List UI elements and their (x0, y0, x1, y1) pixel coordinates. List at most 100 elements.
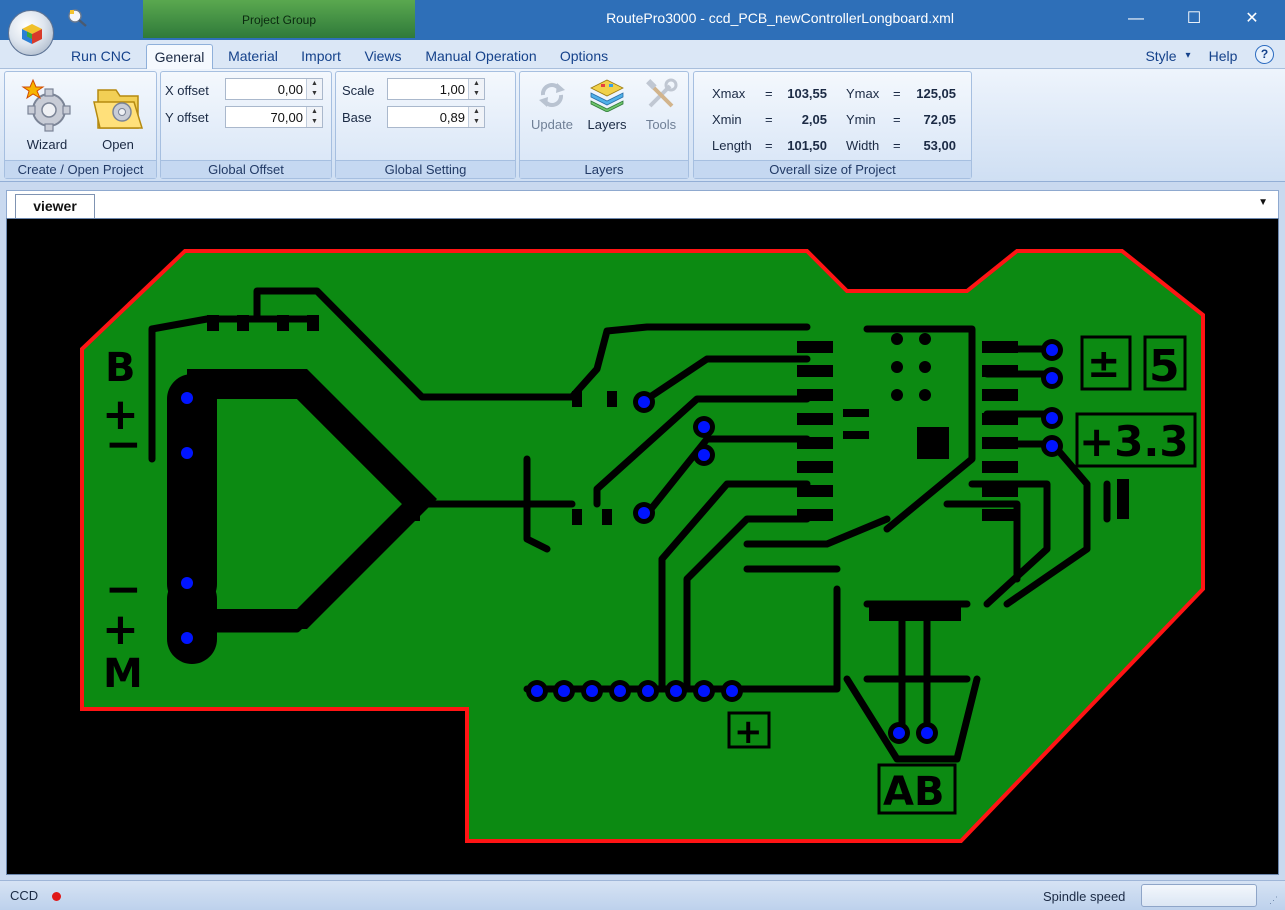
tab-viewer[interactable]: viewer (15, 194, 95, 219)
tools-label: Tools (645, 117, 677, 132)
xmin-value: 2,05 (801, 112, 827, 127)
y-offset-down-icon[interactable]: ▼ (307, 117, 322, 127)
via-icon (642, 685, 654, 697)
base-stepper[interactable]: ▲ ▼ (468, 107, 484, 127)
base-label: Base (342, 110, 372, 125)
label-ab: AB (883, 769, 944, 815)
app-cube-icon (22, 24, 42, 44)
scale-input[interactable] (388, 79, 468, 99)
project-group-label: Project Group (143, 0, 415, 38)
tools-button[interactable]: Tools (636, 78, 686, 132)
help-menu[interactable]: Help (1203, 44, 1243, 69)
base-down-icon[interactable]: ▼ (469, 117, 484, 127)
label-m: M (103, 651, 143, 697)
layers-label: Layers (587, 117, 627, 132)
scale-label: Scale (342, 83, 375, 98)
group-label-global-offset: Global Offset (161, 160, 331, 178)
width-equals: = (893, 138, 901, 153)
title-bar: Project Group RoutePro3000 - ccd_PCB_new… (0, 0, 1285, 40)
layers-button[interactable]: Layers (582, 78, 632, 132)
base-field[interactable]: ▲▼ (387, 106, 485, 128)
label-plus-bottom: + (734, 712, 763, 752)
ribbon: Wizard Open Create / Open Project X offs… (0, 69, 1285, 182)
ymax-value: 125,05 (916, 86, 956, 101)
group-create-open: Wizard Open Create / Open Project (4, 71, 157, 179)
wizard-label: Wizard (26, 137, 68, 152)
status-bar: CCD Spindle speed ⋰ (0, 880, 1285, 910)
width-value: 53,00 (923, 138, 956, 153)
label-3v3: +3.3 (1079, 417, 1189, 466)
y-offset-up-icon[interactable]: ▲ (307, 107, 322, 117)
wizard-gear-icon (21, 78, 71, 132)
open-button[interactable]: Open (85, 76, 151, 152)
help-icon[interactable]: ? (1255, 45, 1274, 64)
xmax-equals: = (765, 86, 773, 101)
window-title: RoutePro3000 - ccd_PCB_newControllerLong… (606, 10, 954, 26)
via-icon (181, 632, 193, 644)
update-button[interactable]: Update (526, 78, 578, 132)
via-icon (181, 447, 193, 459)
pcb-viewer-canvas[interactable]: B + − − + M ± 5 +3.3 + AB (6, 218, 1279, 875)
tab-views[interactable]: Views (358, 44, 408, 69)
via-icon (1046, 344, 1058, 356)
ymax-equals: = (893, 86, 901, 101)
x-offset-input[interactable] (226, 79, 306, 99)
base-up-icon[interactable]: ▲ (469, 107, 484, 117)
refresh-icon (539, 83, 565, 107)
maximize-button[interactable]: ☐ (1165, 0, 1223, 38)
resize-grip-icon[interactable]: ⋰ (1269, 895, 1281, 907)
via-icon (531, 685, 543, 697)
quick-access-icon[interactable] (64, 6, 94, 28)
y-offset-input[interactable] (226, 107, 306, 127)
scale-up-icon[interactable]: ▲ (469, 79, 484, 89)
via-icon (1046, 440, 1058, 452)
x-offset-stepper[interactable]: ▲ ▼ (306, 79, 322, 99)
group-overall-size: Xmax = 103,55 Ymax = 125,05 Xmin = 2,05 … (693, 71, 972, 179)
xmax-label: Xmax (712, 86, 746, 101)
tab-import[interactable]: Import (295, 44, 347, 69)
tools-icon (646, 78, 678, 108)
scale-stepper[interactable]: ▲ ▼ (468, 79, 484, 99)
x-offset-down-icon[interactable]: ▼ (307, 89, 322, 99)
group-global-setting: Scale ▲▼ Base ▲▼ Global Setting (335, 71, 516, 179)
y-offset-field[interactable]: ▲▼ (225, 106, 323, 128)
ribbon-tab-row: Run CNC General Material Import Views Ma… (0, 40, 1285, 69)
ymin-equals: = (893, 112, 901, 127)
document-tab-strip: viewer ▼ (6, 190, 1279, 219)
close-button[interactable]: ✕ (1223, 0, 1281, 38)
tab-manual-operation[interactable]: Manual Operation (420, 44, 542, 69)
via-icon (558, 685, 570, 697)
style-dropdown-icon[interactable]: ▾ (1182, 44, 1194, 69)
tab-run-cnc[interactable]: Run CNC (66, 44, 136, 69)
group-label-global-setting: Global Setting (336, 160, 515, 178)
xmax-value: 103,55 (787, 86, 827, 101)
wizard-button[interactable]: Wizard (11, 76, 83, 152)
group-label-create-open: Create / Open Project (5, 160, 156, 178)
scale-down-icon[interactable]: ▼ (469, 89, 484, 99)
y-offset-stepper[interactable]: ▲ ▼ (306, 107, 322, 127)
via-icon (670, 685, 682, 697)
label-plus-minus: ± (1087, 341, 1121, 387)
tab-options[interactable]: Options (553, 44, 615, 69)
style-menu[interactable]: Style (1140, 44, 1182, 69)
via-icon (1046, 372, 1058, 384)
tab-material[interactable]: Material (221, 44, 285, 69)
group-layers: Update Layers Tools Layers (519, 71, 689, 179)
tab-general[interactable]: General (146, 44, 213, 69)
length-label: Length (712, 138, 752, 153)
x-offset-field[interactable]: ▲▼ (225, 78, 323, 100)
spindle-speed-field (1141, 884, 1257, 907)
xmin-equals: = (765, 112, 773, 127)
x-offset-up-icon[interactable]: ▲ (307, 79, 322, 89)
board-copper-area (80, 249, 1205, 843)
minimize-button[interactable]: — (1107, 0, 1165, 38)
label-plus-left-2: + (102, 604, 139, 655)
application-menu-button[interactable] (8, 10, 54, 56)
via-icon (638, 396, 650, 408)
tab-list-dropdown-icon[interactable]: ▼ (1258, 197, 1268, 208)
scale-field[interactable]: ▲▼ (387, 78, 485, 100)
base-input[interactable] (388, 107, 468, 127)
width-label: Width (846, 138, 880, 153)
group-label-layers: Layers (520, 160, 688, 178)
via-icon (1046, 412, 1058, 424)
